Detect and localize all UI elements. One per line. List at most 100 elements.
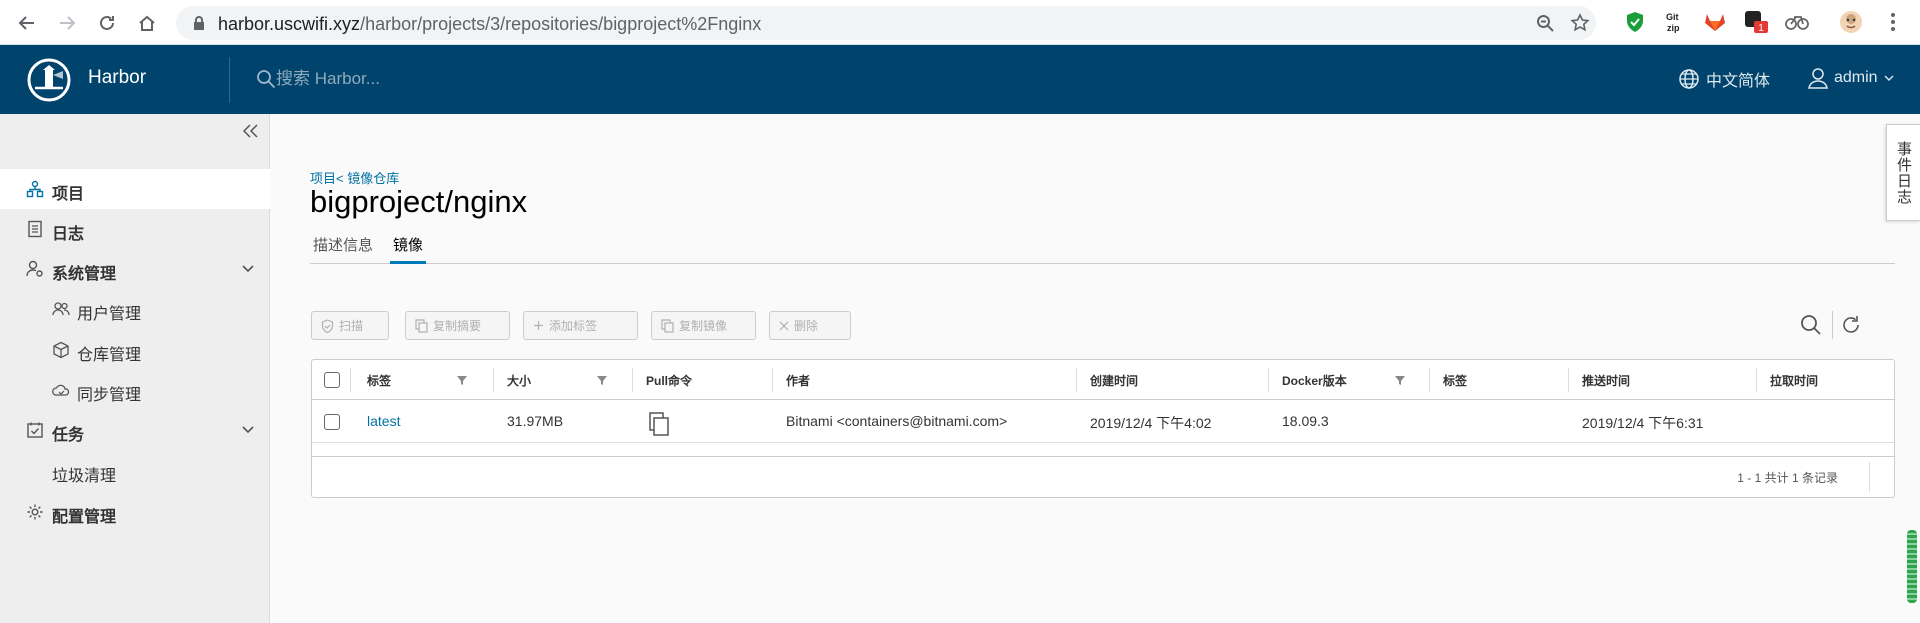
url-path: /harbor/projects/3/repositories/bigproje… — [360, 14, 762, 34]
shield-check-icon — [321, 318, 334, 333]
url-text: harbor.uscwifi.xyz/harbor/projects/3/rep… — [218, 14, 761, 35]
sidebar-item-label: 用户管理 — [77, 306, 142, 323]
copy-image-label: 复制镜像 — [679, 319, 728, 333]
language-selector[interactable]: 中文简体 — [1678, 67, 1770, 91]
brand-name[interactable]: Harbor — [88, 67, 146, 89]
table-row[interactable]: latest 31.97MB Bitnami <containers@bitna… — [312, 401, 1894, 443]
filter-icon[interactable] — [456, 374, 468, 386]
column-header-labels[interactable]: 标签 — [1443, 360, 1467, 400]
chevron-down-icon — [242, 265, 254, 273]
url-host: harbor.uscwifi.xyz — [218, 14, 361, 34]
tag-link[interactable]: latest — [367, 413, 400, 429]
push-time-cell: 2019/12/4 下午6:31 — [1582, 415, 1704, 431]
sidebar: 项目 日志 系统管理 用户管理 仓库管理 同步管理 任务 垃圾清理 配置管理 — [0, 114, 270, 623]
gitlab-extension-icon[interactable] — [1702, 9, 1728, 35]
column-header-created[interactable]: 创建时间 — [1090, 360, 1138, 400]
browser-menu-icon[interactable] — [1880, 9, 1906, 35]
copy-icon — [415, 318, 428, 333]
size-cell: 31.97MB — [507, 413, 564, 429]
add-label-button[interactable]: 添加标签 — [523, 311, 638, 340]
sidebar-item-label: 任务 — [52, 427, 85, 444]
delete-button[interactable]: 删除 — [769, 311, 851, 340]
event-log-tab[interactable]: 事件日志 — [1886, 124, 1920, 221]
shield-extension-icon[interactable] — [1622, 9, 1648, 35]
select-all-checkbox[interactable] — [324, 372, 340, 388]
column-header-push-time[interactable]: 推送时间 — [1582, 360, 1630, 400]
globe-icon — [1679, 69, 1699, 89]
scroll-indicator[interactable] — [1907, 530, 1917, 603]
username: admin — [1834, 69, 1878, 86]
column-divider — [1756, 368, 1757, 392]
copy-pull-command-icon[interactable] — [648, 412, 670, 436]
back-icon[interactable] — [14, 10, 40, 36]
column-divider — [772, 368, 773, 392]
zoom-icon[interactable] — [1536, 14, 1554, 32]
reload-icon[interactable] — [94, 10, 120, 36]
column-divider — [1268, 368, 1269, 392]
svg-text:Git: Git — [1666, 12, 1679, 22]
page-title: bigproject/nginx — [310, 184, 528, 219]
harbor-logo[interactable] — [27, 58, 71, 102]
copy-digest-label: 复制摘要 — [433, 319, 482, 333]
bookmark-star-icon[interactable] — [1570, 13, 1590, 33]
user-menu[interactable]: admin — [1808, 67, 1894, 89]
sidebar-item-system-admin[interactable]: 系统管理 — [0, 249, 270, 289]
app-header: Harbor 中文简体 admin — [0, 45, 1920, 114]
column-header-pull-command[interactable]: Pull命令 — [646, 360, 692, 400]
table-footer: 1 - 1 共计 1 条记录 — [312, 457, 1894, 498]
chevron-down-icon — [242, 426, 254, 434]
lock-icon — [194, 16, 204, 30]
sidebar-item-tasks[interactable]: 任务 — [0, 410, 270, 450]
add-label-label: 添加标签 — [549, 319, 598, 333]
sidebar-item-configuration[interactable]: 配置管理 — [0, 492, 270, 532]
notification-extension-icon[interactable]: 1 — [1744, 9, 1770, 35]
copy-icon — [661, 318, 674, 333]
filter-icon[interactable] — [596, 374, 608, 386]
refresh-icon[interactable] — [1837, 311, 1865, 339]
language-label: 中文简体 — [1706, 73, 1771, 90]
column-header-docker-version[interactable]: Docker版本 — [1282, 360, 1347, 400]
sidebar-item-label: 系统管理 — [52, 266, 117, 283]
column-header-author[interactable]: 作者 — [786, 360, 810, 400]
copy-digest-button[interactable]: 复制摘要 — [405, 311, 510, 340]
admin-icon — [26, 260, 43, 277]
sidebar-item-logs[interactable]: 日志 — [0, 209, 270, 249]
filter-icon[interactable] — [1394, 374, 1406, 386]
bike-extension-icon[interactable] — [1784, 9, 1810, 35]
scan-button[interactable]: 扫描 — [311, 311, 389, 340]
sidebar-item-projects[interactable]: 项目 — [0, 169, 270, 209]
column-header-pull-time[interactable]: 拉取时间 — [1770, 360, 1818, 400]
profile-avatar[interactable] — [1838, 9, 1864, 35]
row-checkbox[interactable] — [324, 414, 340, 430]
browser-toolbar: harbor.uscwifi.xyz/harbor/projects/3/rep… — [0, 0, 1920, 45]
pagination-summary: 1 - 1 共计 1 条记录 — [1737, 471, 1838, 485]
sidebar-item-garbage-collection[interactable]: 垃圾清理 — [0, 451, 270, 491]
address-bar[interactable]: harbor.uscwifi.xyz/harbor/projects/3/rep… — [176, 6, 1596, 40]
home-icon[interactable] — [134, 10, 160, 36]
sidebar-item-label: 日志 — [52, 226, 85, 243]
column-divider — [1568, 368, 1569, 392]
tasks-icon — [27, 422, 43, 438]
search-icon[interactable] — [1797, 311, 1825, 339]
sidebar-item-label: 同步管理 — [77, 387, 142, 404]
logs-icon — [28, 220, 42, 238]
global-search[interactable] — [256, 65, 576, 93]
column-divider — [350, 368, 351, 392]
copy-image-button[interactable]: 复制镜像 — [651, 311, 756, 340]
sidebar-item-registries[interactable]: 仓库管理 — [0, 330, 270, 370]
main-content: 项目< 镜像仓库 bigproject/nginx 描述信息 镜像 扫描 复制摘… — [271, 114, 1920, 623]
column-header-tag[interactable]: 标签 — [367, 360, 391, 400]
sidebar-item-users[interactable]: 用户管理 — [0, 289, 270, 329]
collapse-sidebar-icon[interactable] — [240, 120, 262, 142]
tab-description[interactable]: 描述信息 — [310, 234, 376, 264]
sidebar-item-label: 垃圾清理 — [52, 468, 117, 485]
close-icon — [779, 321, 789, 330]
gitzip-extension-icon[interactable]: Git zip — [1662, 9, 1688, 35]
svg-text:zip: zip — [1667, 23, 1680, 33]
extension-badge-count: 1 — [1758, 23, 1764, 34]
tab-images[interactable]: 镜像 — [390, 234, 427, 264]
column-header-size[interactable]: 大小 — [507, 360, 531, 400]
search-input[interactable] — [276, 69, 576, 89]
sidebar-item-replication[interactable]: 同步管理 — [0, 370, 270, 410]
forward-icon[interactable] — [54, 10, 80, 36]
